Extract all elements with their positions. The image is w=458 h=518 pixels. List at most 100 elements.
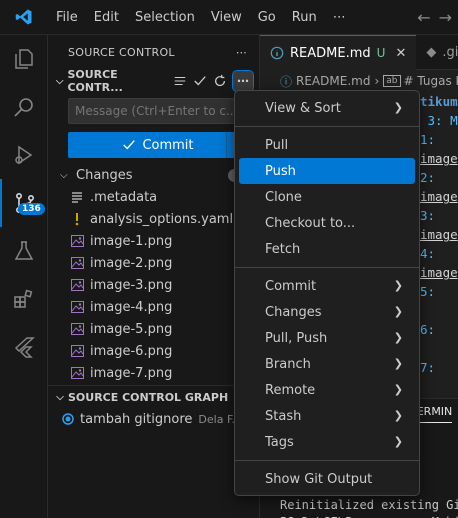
menu-item-stash[interactable]: Stash ❯ (239, 403, 415, 429)
chevron-right-icon: ❯ (393, 305, 403, 318)
search-icon[interactable] (0, 83, 48, 131)
menu-item-branch[interactable]: Branch ❯ (239, 351, 415, 377)
menu-item-push[interactable]: Push (239, 158, 415, 184)
changed-file-item[interactable]: image-1.png (48, 230, 259, 252)
file-name: .metadata (90, 189, 158, 205)
commit-button[interactable]: Commit ⌵ (68, 132, 248, 158)
repository-section-title: SOURCE CONTR... (67, 68, 123, 94)
menu-item-label: Commit (265, 278, 317, 294)
flutter-icon[interactable] (0, 323, 48, 371)
changed-file-item[interactable]: image-4.png (48, 296, 259, 318)
activity-bar: 136 (0, 35, 48, 518)
more-actions-button[interactable]: ⋯ (232, 70, 254, 92)
terminal-line: Reinitialized existing Git (280, 498, 458, 512)
commit-button-label: Commit (142, 137, 194, 153)
info-icon: ⓘ (280, 74, 293, 89)
menu-item-label: Fetch (265, 241, 301, 257)
chevron-right-icon: ❯ (393, 383, 403, 396)
menu-item[interactable]: ⋯ (325, 0, 354, 35)
image-icon (68, 301, 86, 313)
changed-file-item[interactable]: .metadata (48, 186, 259, 208)
code-line: image (420, 151, 458, 166)
close-icon[interactable]: ✕ (395, 46, 406, 61)
image-icon (68, 367, 86, 379)
explorer-icon[interactable] (0, 35, 48, 83)
changes-file-list: .metadata analysis_options.yaml image-1.pn… (48, 186, 259, 384)
menu-item-label: Pull (265, 137, 289, 153)
exclamation-icon (68, 212, 86, 226)
info-icon (270, 46, 284, 60)
list-view-icon[interactable] (173, 74, 187, 88)
changes-header[interactable]: ⌵ Changes 13 (48, 164, 259, 186)
changed-file-item[interactable]: analysis_options.yaml (48, 208, 259, 230)
changes-label: Changes (76, 167, 133, 183)
code-line: image (420, 265, 458, 280)
menu-item-label: Pull, Push (265, 330, 328, 346)
menu-item-changes[interactable]: Changes ❯ (239, 299, 415, 325)
menu-item-fetch[interactable]: Fetch (239, 236, 415, 262)
back-arrow-icon[interactable]: ← (417, 8, 430, 27)
changed-file-item[interactable]: image-6.png (48, 340, 259, 362)
breadcrumb-separator-icon: › (374, 74, 380, 88)
file-name: image-7.png (90, 365, 173, 381)
menu-item-label: Remote (265, 382, 316, 398)
menu-item-label: View & Sort (265, 100, 341, 116)
menu-item-view-sort[interactable]: View & Sort ❯ (239, 95, 415, 121)
breadcrumb-section[interactable]: # Tugas P (404, 74, 458, 88)
sidebar-header: SOURCE CONTROL ⋯ (48, 35, 259, 70)
file-name: analysis_options.yaml (90, 211, 234, 227)
terminal-line: PS D:\SE\Pemrograman Mobil (280, 514, 458, 518)
tab-gitignore-label: .giti (442, 45, 458, 60)
graph-section-header[interactable]: ⌵ SOURCE CONTROL GRAPH (48, 386, 259, 408)
source-control-sidebar: SOURCE CONTROL ⋯ ⌵ SOURCE CONTR... ⋯ Com… (48, 35, 260, 518)
menu-item-remote[interactable]: Remote ❯ (239, 377, 415, 403)
menu-item-label: Tags (265, 434, 294, 450)
chevron-down-icon: ⌵ (55, 75, 64, 87)
tab-readme-label: README.md (290, 45, 371, 61)
commit-message-input[interactable] (68, 98, 248, 124)
file-name: image-3.png (90, 277, 173, 293)
menu-item-pull[interactable]: Pull (239, 132, 415, 158)
editor-tabs: README.md U ✕ ◆ .giti (260, 35, 458, 70)
chevron-right-icon: ❯ (393, 357, 403, 370)
tab-gitignore[interactable]: ◆ .giti (416, 35, 458, 70)
menu-item-clone[interactable]: Clone (239, 184, 415, 210)
changed-file-item[interactable]: image-5.png (48, 318, 259, 340)
markdown-heading-icon: ab (383, 75, 401, 87)
breadcrumb-file[interactable]: README.md (296, 74, 370, 88)
menu-bar: File Edit Selection View Go Run ⋯ (48, 0, 354, 35)
menu-item[interactable]: Run (284, 0, 325, 35)
forward-arrow-icon[interactable]: → (439, 8, 452, 27)
menu-item-commit[interactable]: Commit ❯ (239, 273, 415, 299)
menu-item[interactable]: File (48, 0, 86, 35)
menu-item-pull-push[interactable]: Pull, Push ❯ (239, 325, 415, 351)
code-line: 6: (420, 322, 436, 337)
chevron-right-icon: ❯ (393, 409, 403, 422)
tab-readme[interactable]: README.md U ✕ (260, 35, 417, 70)
sidebar-more-icon[interactable]: ⋯ (236, 46, 247, 59)
menu-item-label: Changes (265, 304, 322, 320)
checkmark-icon (123, 140, 136, 150)
repository-section-header[interactable]: ⌵ SOURCE CONTR... ⋯ (48, 68, 259, 94)
extensions-icon[interactable] (0, 275, 48, 323)
changed-file-item[interactable]: image-2.png (48, 252, 259, 274)
gitignore-file-icon: ◆ (426, 45, 437, 60)
menu-item-show-git-output[interactable]: Show Git Output (239, 466, 415, 492)
run-debug-icon[interactable] (0, 131, 48, 179)
testing-flask-icon[interactable] (0, 227, 48, 275)
menu-item-tags[interactable]: Tags ❯ (239, 429, 415, 455)
changed-file-item[interactable]: image-7.png (48, 362, 259, 384)
menu-item-checkout-to[interactable]: Checkout to... (239, 210, 415, 236)
commit-node-icon (62, 413, 74, 425)
menu-item[interactable]: Selection (127, 0, 203, 35)
changed-file-item[interactable]: image-3.png (48, 274, 259, 296)
refresh-icon[interactable] (213, 74, 227, 88)
menu-item[interactable]: Edit (86, 0, 127, 35)
graph-commit-item[interactable]: tambah gitignore Dela F... (48, 408, 259, 430)
untracked-status: U (376, 46, 386, 60)
code-line: 4: (420, 246, 436, 261)
checkmark-icon[interactable] (193, 74, 207, 88)
menu-item[interactable]: View (203, 0, 250, 35)
menu-item[interactable]: Go (250, 0, 284, 35)
